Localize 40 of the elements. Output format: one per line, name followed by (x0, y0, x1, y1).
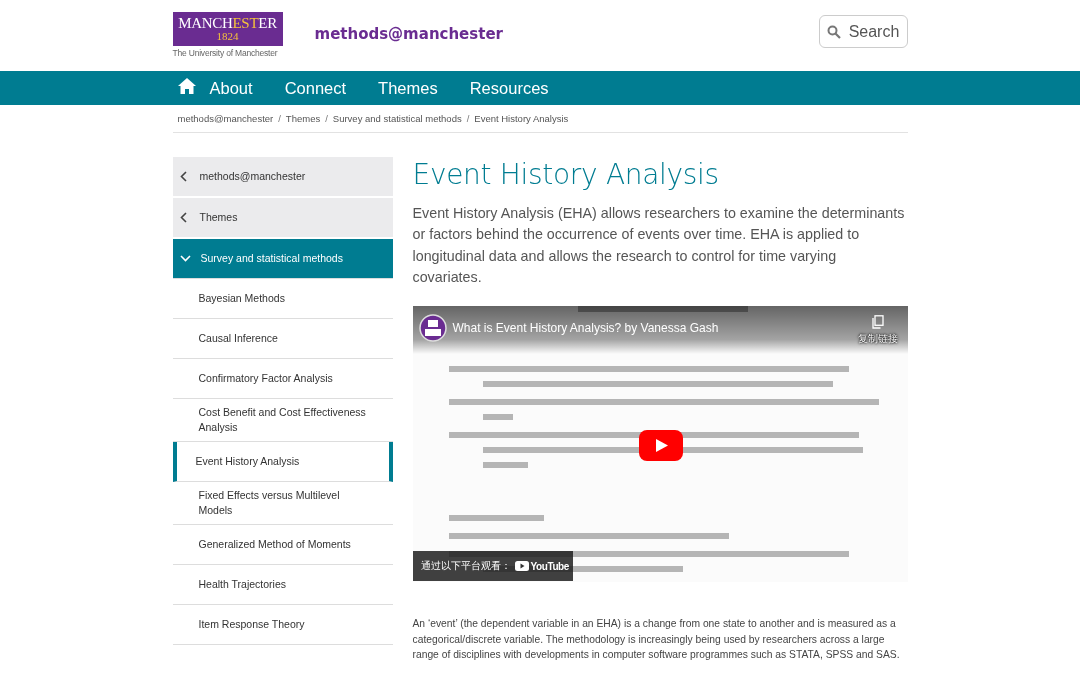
sidebar-item[interactable]: Bayesian Methods (172, 279, 393, 319)
breadcrumb-link[interactable]: Survey and statistical methods (332, 113, 462, 124)
chevron-left-icon (179, 171, 187, 182)
sidebar-item[interactable]: Causal Inference (172, 319, 393, 359)
body-paragraph: An ‘event’ (the dependent variable in an EHA) is a change from one state to another and is measured as a categorical/discrete variable. The methodology is increasingly being used by researchers across a large range of disciplines with developments in computer software programmes such as STATA, SPSS and SAS. (412, 617, 901, 663)
breadcrumb-link[interactable]: Event History Analysis (474, 113, 569, 124)
chevron-down-icon (179, 255, 191, 262)
breadcrumb-link[interactable]: methods@manchester (177, 113, 274, 124)
breadcrumb-separator: / (278, 113, 281, 124)
sidebar-item[interactable]: Survey and statistical methods (172, 239, 393, 279)
play-button[interactable] (638, 430, 683, 462)
nav-link[interactable]: Themes (378, 78, 438, 98)
nav-link[interactable]: Resources (469, 78, 549, 98)
copy-icon (871, 315, 884, 330)
sidebar-item[interactable]: Themes (172, 198, 393, 239)
search-button[interactable]: Search (818, 15, 908, 48)
sidebar-item[interactable]: Item Response Theory (172, 605, 393, 645)
play-icon (514, 561, 529, 572)
search-icon (826, 24, 841, 39)
sidebar-item[interactable]: methods@manchester (172, 157, 393, 198)
site-name-link[interactable]: methods@manchester (314, 25, 503, 43)
sidebar-item[interactable]: Event History Analysis (172, 442, 393, 482)
university-logo[interactable]: MANCHESTER 1824 (172, 12, 283, 46)
intro-paragraph: Event History Analysis (EHA) allows researchers to examine the determinants or factors behind the occurrence of events over time. EHA is applied to longitudinal data and allows the research to control for time varying covariates. (412, 204, 906, 287)
chevron-left-icon (179, 212, 187, 223)
logo-caption: The University of Manchester (172, 48, 279, 58)
sidebar-item[interactable]: Confirmatory Factor Analysis (172, 359, 393, 399)
breadcrumb-link[interactable]: Themes (285, 113, 321, 124)
channel-avatar-icon[interactable] (418, 314, 447, 343)
page-title: Event History Analysis (412, 158, 720, 191)
sidebar-item[interactable]: Fixed Effects versus Multilevel Models (172, 482, 393, 525)
home-icon[interactable] (177, 78, 196, 94)
watch-on-youtube-bar[interactable]: 通过以下平台观看： YouTube (412, 551, 573, 582)
sidebar-item[interactable]: Generalized Method of Moments (172, 525, 393, 565)
breadcrumb-separator: / (466, 113, 470, 124)
nav-link[interactable]: Connect (284, 78, 347, 98)
sidebar-item[interactable]: Cost Benefit and Cost Effectiveness Analysis (172, 399, 393, 442)
nav-link[interactable]: About (209, 78, 253, 98)
breadcrumb-separator: / (325, 113, 328, 124)
sidebar-item[interactable]: Health Trajectories (172, 565, 393, 605)
